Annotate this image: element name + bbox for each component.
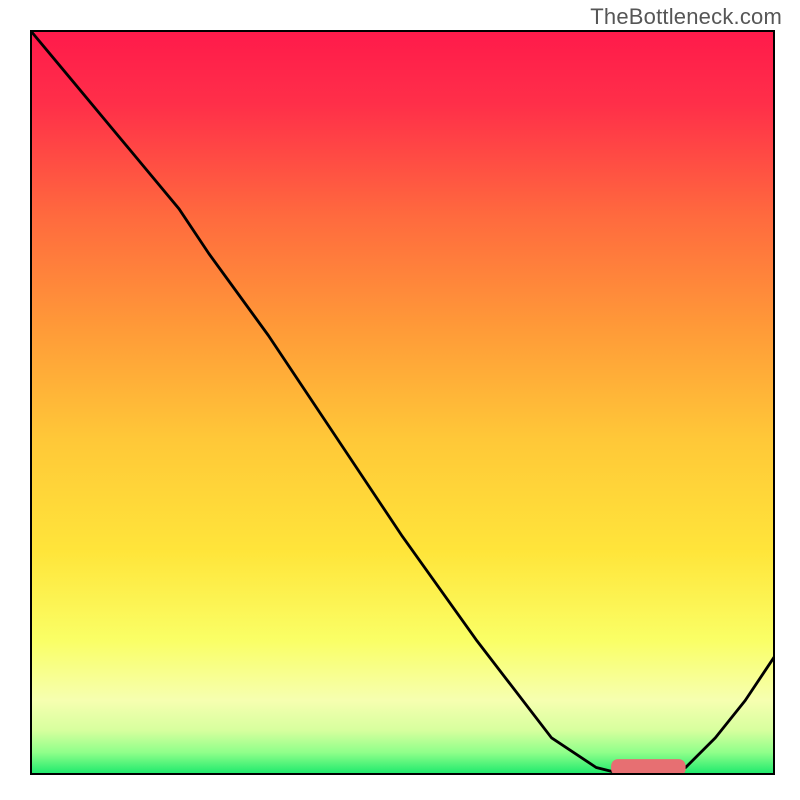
attribution-label: TheBottleneck.com (590, 4, 782, 30)
plot-area (30, 30, 775, 775)
gradient-background (30, 30, 775, 775)
optimum-marker (611, 759, 686, 775)
chart-container: TheBottleneck.com (0, 0, 800, 800)
plot-border (30, 30, 775, 775)
bottleneck-curve (30, 30, 775, 775)
chart-svg (30, 30, 775, 775)
